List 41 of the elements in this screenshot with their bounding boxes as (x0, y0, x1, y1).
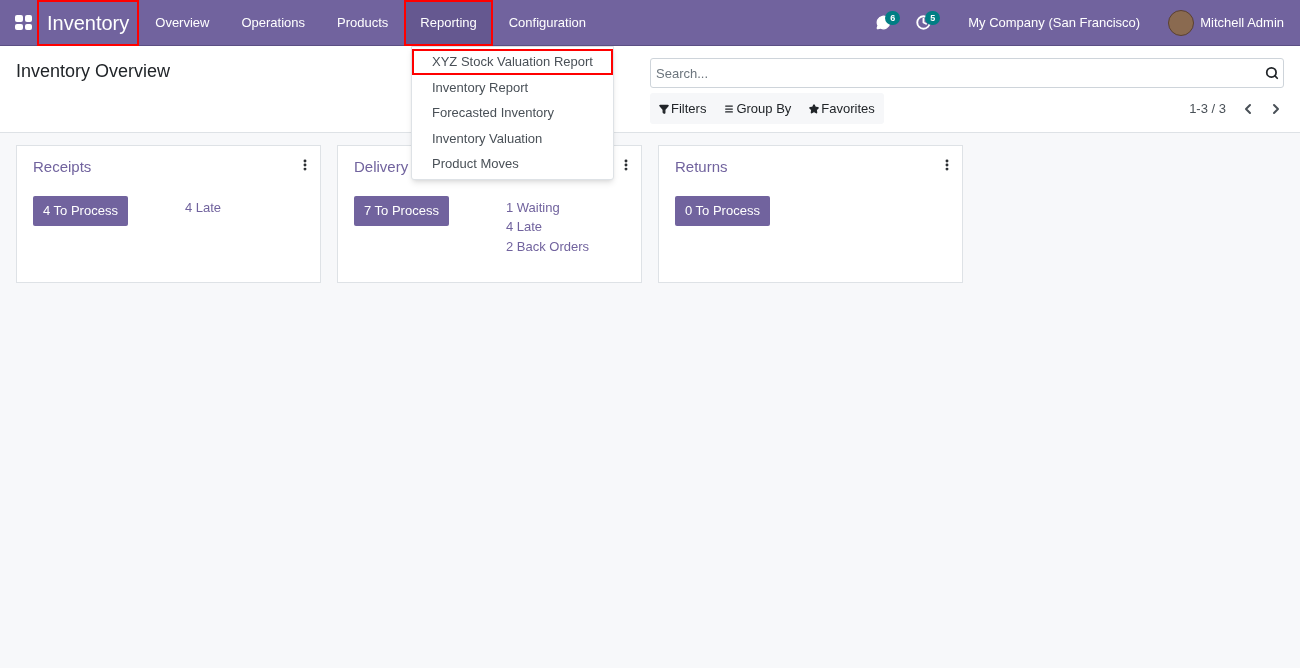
card-link[interactable]: 4 Late (184, 197, 222, 217)
menu-item[interactable]: Overview (139, 0, 226, 46)
activities-button[interactable]: 5 (908, 7, 939, 38)
company-switcher[interactable]: My Company (San Francisco) (958, 12, 1151, 33)
app-name[interactable]: Inventory (37, 0, 140, 46)
dropdown-item[interactable]: XYZ Stock Valuation Report (412, 49, 613, 75)
dropdown-item[interactable]: Inventory Valuation (412, 125, 613, 151)
card-link[interactable]: 2 Back Orders (505, 236, 589, 256)
filter-option-icon (659, 103, 669, 114)
process-button[interactable]: 0 To Process (675, 195, 770, 226)
card-title[interactable]: Receipts (33, 156, 92, 179)
activity-count: 5 (925, 10, 941, 25)
search-field[interactable]: Search... (650, 58, 1284, 88)
pager-value: 1-3 / 3 (1189, 99, 1226, 118)
filter-option-icon (809, 103, 820, 114)
card-title[interactable]: Returns (675, 156, 728, 179)
message-count: 6 (885, 10, 901, 25)
filter-button[interactable]: Favorites (800, 98, 884, 119)
search-icon[interactable] (1265, 66, 1279, 80)
dropdown-item[interactable]: Inventory Report (412, 74, 613, 100)
filter-option-icon (724, 103, 735, 114)
dropdown-item[interactable]: Forecasted Inventory (412, 100, 613, 126)
menu-item[interactable]: Configuration (492, 0, 603, 46)
menu-item[interactable]: Operations (225, 0, 322, 46)
page-title: Inventory Overview (16, 61, 171, 81)
clock-icon (915, 15, 931, 30)
user-menu[interactable]: Mitchell Admin (1168, 9, 1284, 36)
process-button[interactable]: 7 To Process (354, 195, 449, 226)
card-title[interactable]: Delivery (354, 156, 409, 179)
card-link[interactable]: 4 Late (505, 217, 589, 237)
user-name: Mitchell Admin (1200, 13, 1284, 32)
card-link[interactable]: 1 Waiting (505, 197, 589, 217)
messages-button[interactable]: 6 (868, 7, 899, 38)
apps-menu-icon[interactable] (15, 15, 32, 30)
menu-item[interactable]: Products (321, 0, 405, 46)
dropdown-item[interactable]: Product Moves (412, 151, 613, 177)
menu-item[interactable]: Reporting (404, 0, 493, 46)
filter-button[interactable]: Filters (650, 98, 716, 119)
process-button[interactable]: 4 To Process (33, 195, 128, 226)
filter-button[interactable]: Group By (715, 98, 801, 119)
user-avatar (1168, 9, 1195, 36)
